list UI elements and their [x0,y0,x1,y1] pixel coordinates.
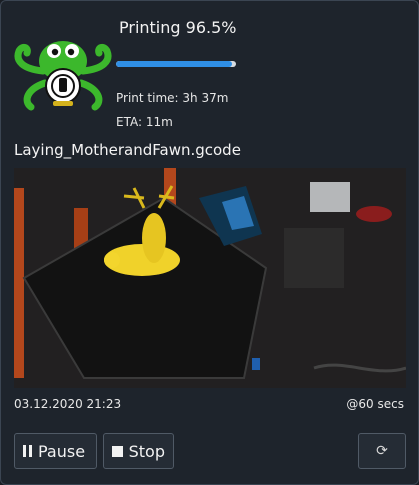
stop-label: Stop [128,441,165,461]
webcam-timestamp: 03.12.2020 21:23 [14,397,122,411]
refresh-button[interactable]: ⟳ [358,433,406,469]
file-name: Laying_MotherandFawn.gcode [14,141,241,159]
pause-icon [23,445,32,457]
pause-button[interactable]: Pause [14,433,97,469]
print-time: Print time: 3h 37m [116,91,229,105]
webcam-image [14,168,406,388]
eta: ETA: 11m [116,115,173,129]
stop-button[interactable]: Stop [103,433,174,469]
octopus-logo [14,41,112,111]
refresh-icon: ⟳ [376,443,388,459]
progress-bar [116,61,236,67]
pause-label: Pause [38,441,86,461]
progress-fill [116,61,232,67]
webcam-snapshot [14,168,406,388]
print-status: Printing 96.5% [119,18,237,37]
stop-icon [112,445,123,457]
webcam-interval: @60 secs [346,397,404,411]
printer-status-panel: Printing 96.5% Print time: 3h 37m ETA: 1… [0,0,419,485]
